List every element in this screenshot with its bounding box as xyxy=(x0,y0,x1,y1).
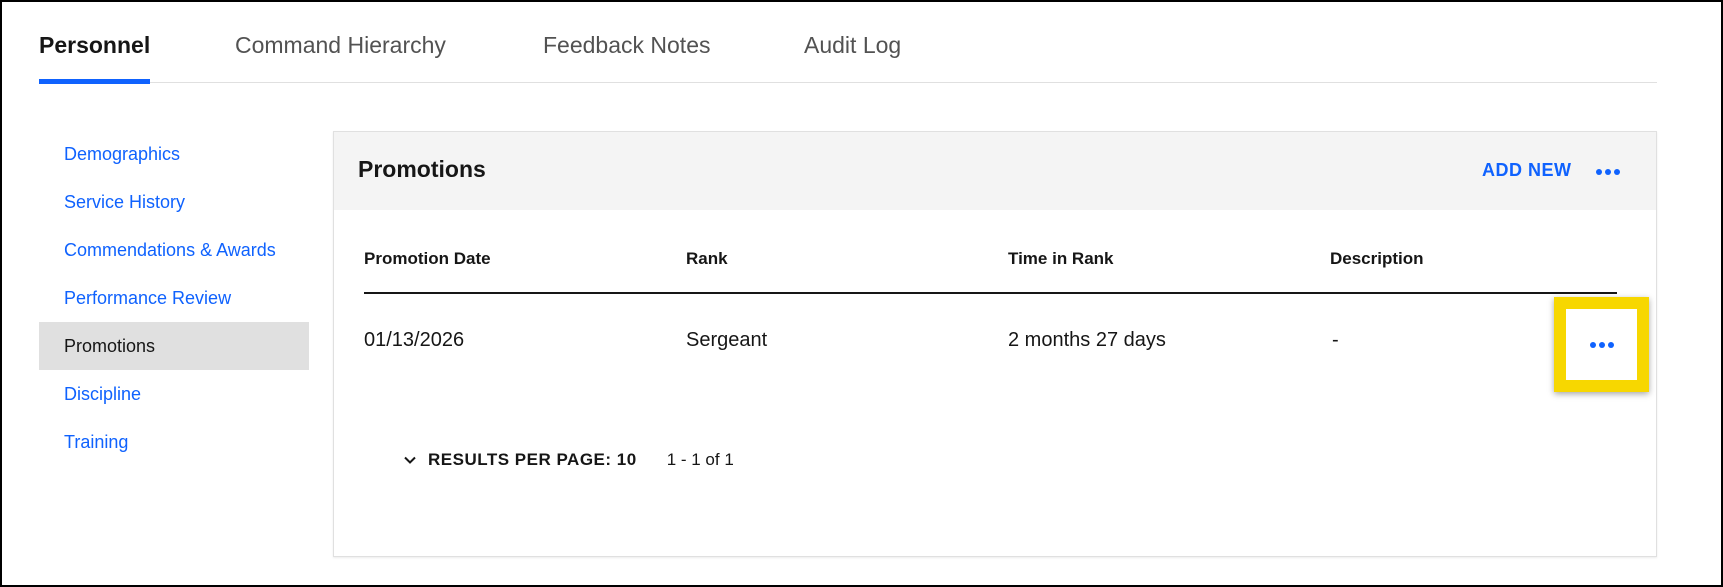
sidebar-item-demographics[interactable]: Demographics xyxy=(39,130,309,178)
tab-audit-log[interactable]: Audit Log xyxy=(804,32,901,83)
add-new-button[interactable]: ADD NEW xyxy=(1482,160,1572,181)
page-range: 1 - 1 of 1 xyxy=(666,450,734,469)
results-per-page-dropdown[interactable]: RESULTS PER PAGE: 10 xyxy=(402,450,637,470)
sidebar-item-service-history[interactable]: Service History xyxy=(39,178,309,226)
tab-personnel[interactable]: Personnel xyxy=(39,32,151,84)
tab-command-hierarchy[interactable]: Command Hierarchy xyxy=(235,32,446,83)
results-per-page-label: RESULTS PER PAGE: 10 xyxy=(428,450,637,469)
cell-rank: Sergeant xyxy=(686,329,768,351)
sidebar-item-discipline[interactable]: Discipline xyxy=(39,370,309,418)
sidebar-item-training[interactable]: Training xyxy=(39,418,309,466)
chevron-down-icon xyxy=(404,456,416,464)
table-header: Promotion Date Rank Time in Rank Descrip… xyxy=(364,228,1617,294)
column-header-description[interactable]: Description xyxy=(1330,249,1424,269)
tab-bar: Personnel Command Hierarchy Feedback Not… xyxy=(39,2,1657,84)
table-row: 01/13/2026 Sergeant 2 months 27 days - xyxy=(364,296,1649,396)
column-header-promotion-date[interactable]: Promotion Date xyxy=(364,249,491,269)
highlight-box xyxy=(1554,297,1649,392)
promotions-card: Promotions ADD NEW Promotion Date Rank T… xyxy=(333,131,1657,557)
sidebar-nav: Demographics Service History Commendatio… xyxy=(39,130,309,466)
row-overflow-menu-icon[interactable] xyxy=(1566,309,1637,380)
sidebar-item-performance-review[interactable]: Performance Review xyxy=(39,274,309,322)
cell-description: - xyxy=(1332,329,1339,351)
header-overflow-menu-icon[interactable] xyxy=(1591,160,1625,184)
cell-time-in-rank: 2 months 27 days xyxy=(1008,329,1166,351)
card-title: Promotions xyxy=(358,156,486,182)
sidebar-item-promotions[interactable]: Promotions xyxy=(39,322,309,370)
pagination: RESULTS PER PAGE: 10 1 - 1 of 1 xyxy=(402,448,734,472)
column-header-rank[interactable]: Rank xyxy=(686,249,728,269)
column-header-time-in-rank[interactable]: Time in Rank xyxy=(1008,249,1114,269)
sidebar-item-commendations-awards[interactable]: Commendations & Awards xyxy=(39,226,309,274)
cell-promotion-date: 01/13/2026 xyxy=(364,329,465,351)
app-frame: Personnel Command Hierarchy Feedback Not… xyxy=(0,0,1723,587)
card-header: Promotions ADD NEW xyxy=(334,132,1656,210)
tab-feedback-notes[interactable]: Feedback Notes xyxy=(543,32,710,83)
